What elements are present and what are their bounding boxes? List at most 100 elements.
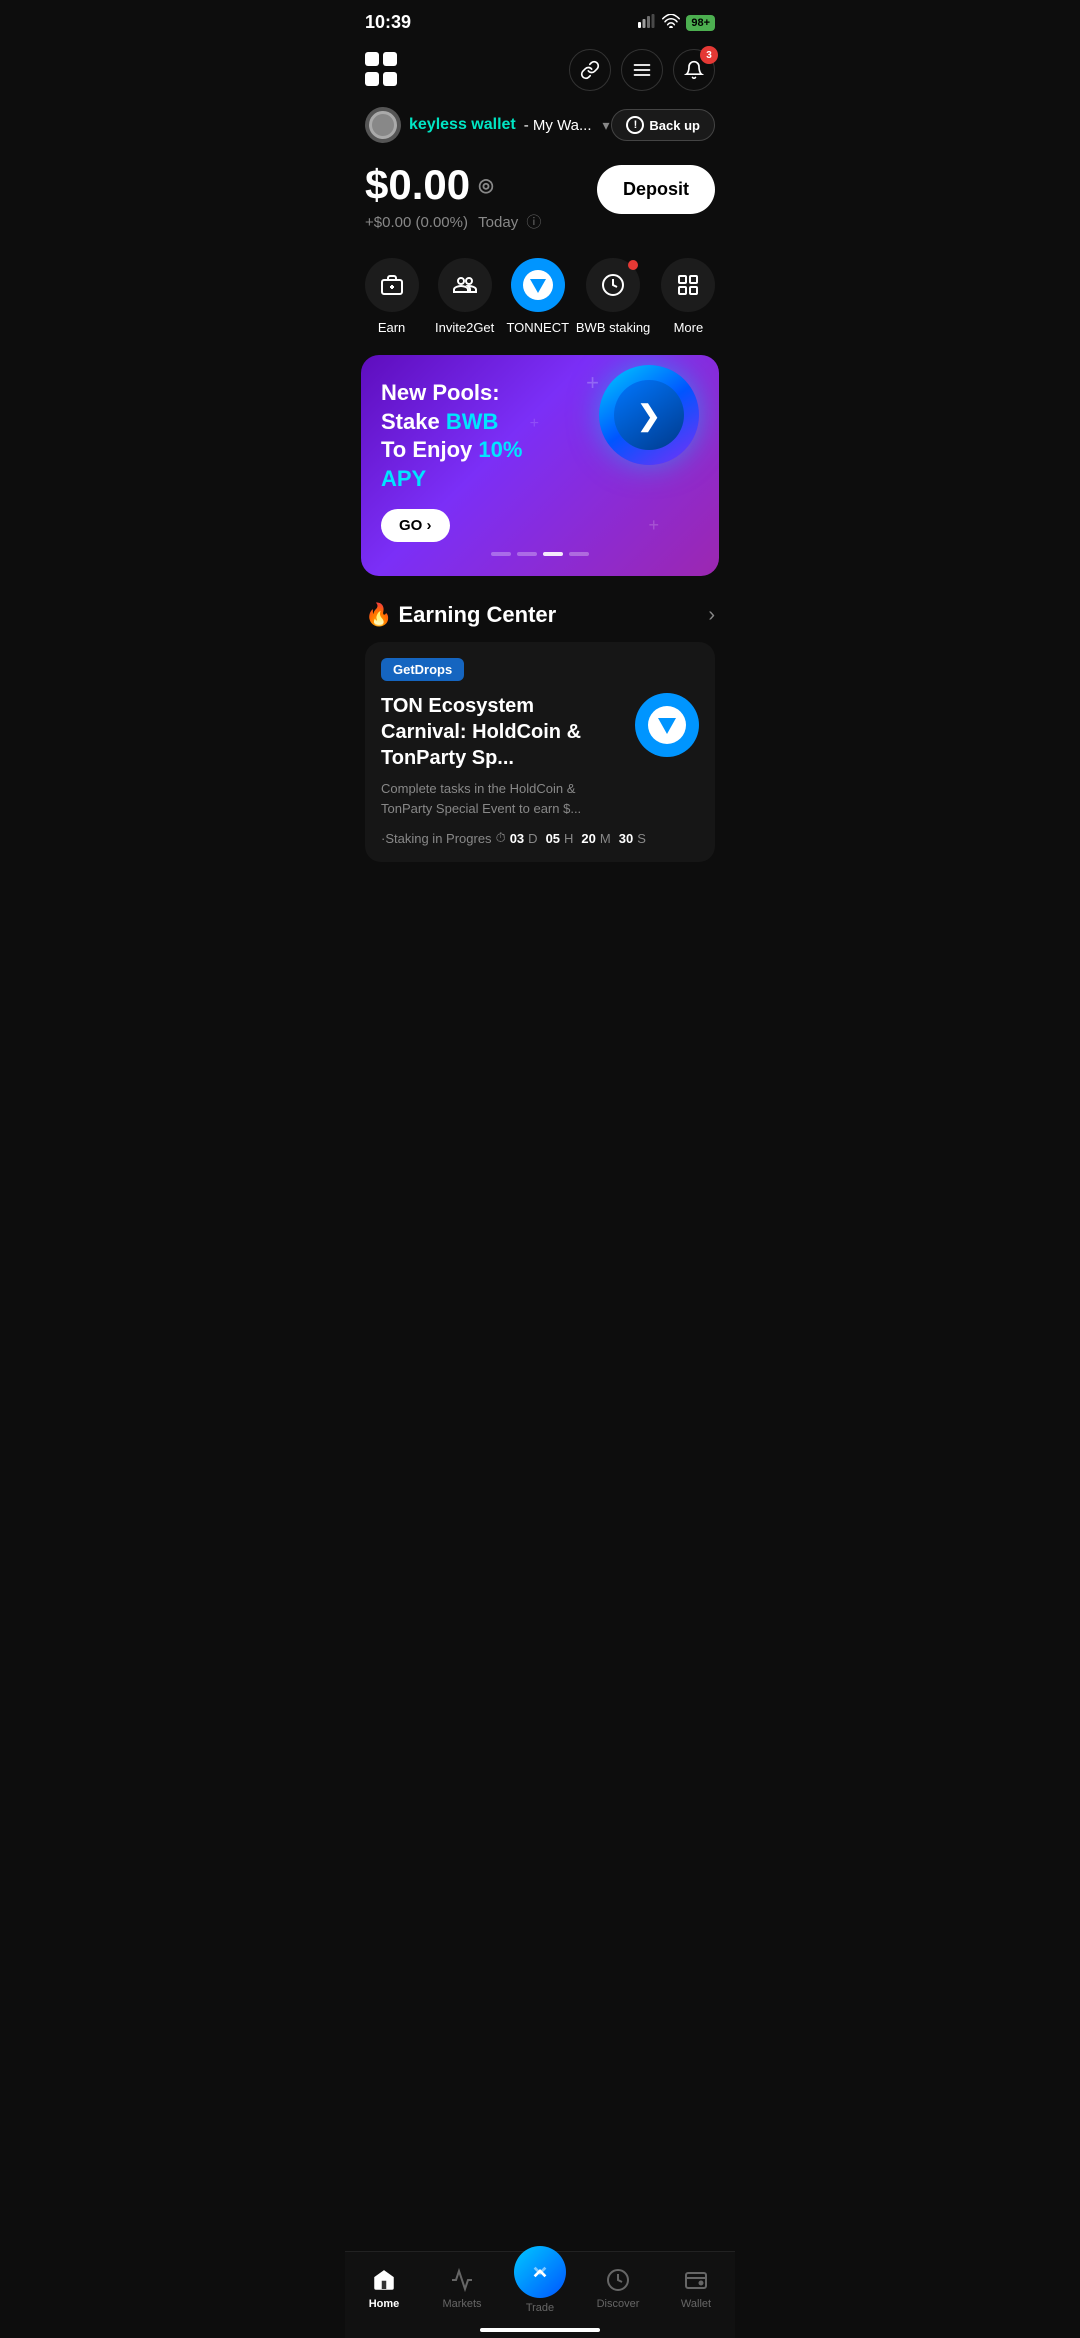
home-icon — [370, 2266, 398, 2294]
chevron-down-icon: ▾ — [603, 117, 610, 134]
banner-title: New Pools: Stake BWB To Enjoy 10% APY — [381, 379, 556, 493]
action-bwb[interactable]: BWB staking — [576, 258, 650, 335]
balance-value: $0.00 — [365, 161, 470, 209]
nav-trade[interactable]: Trade — [510, 2262, 570, 2314]
discover-label: Discover — [597, 2298, 640, 2310]
invite-label: Invite2Get — [435, 320, 494, 335]
menu-button[interactable] — [621, 49, 663, 91]
card-title: TON Ecosystem Carnival: HoldCoin & TonPa… — [381, 693, 623, 771]
notification-button[interactable]: 3 — [673, 49, 715, 91]
action-earn[interactable]: Earn — [357, 258, 427, 335]
deposit-button[interactable]: Deposit — [597, 165, 715, 214]
discover-icon — [604, 2266, 632, 2294]
card-tonnect-triangle — [658, 718, 676, 734]
banner-plus-3: + — [530, 415, 539, 433]
card-description: Complete tasks in the HoldCoin & TonPart… — [381, 779, 623, 818]
timer-label: ·Staking in Progres — [381, 831, 492, 846]
wallet-icon — [682, 2266, 710, 2294]
earn-card[interactable]: GetDrops TON Ecosystem Carnival: HoldCoi… — [365, 642, 715, 862]
status-icons: 98+ — [638, 14, 715, 31]
timer-minutes-label: M — [600, 831, 611, 846]
tonnect-label: TONNECT — [506, 320, 569, 335]
balance-change: +$0.00 (0.00%) Today ⓘ — [365, 211, 541, 232]
timer-seconds-label: S — [637, 831, 646, 846]
signal-icon — [638, 14, 656, 31]
wallet-label: Wallet — [681, 2298, 711, 2310]
link-button[interactable] — [569, 49, 611, 91]
timer-seconds: 30 — [619, 831, 633, 846]
timer-clock-icon: ⏱ — [496, 830, 506, 846]
eye-icon[interactable]: ◎ — [478, 175, 494, 196]
banner-dots — [381, 552, 699, 556]
balance-section: $0.00 ◎ +$0.00 (0.00%) Today ⓘ Deposit — [345, 151, 735, 238]
section-header: 🔥 Earning Center › — [365, 602, 715, 628]
card-timer: ·Staking in Progres ⏱ 03 D 05 H 20 M 30 … — [381, 830, 699, 846]
card-icon-circle — [635, 693, 699, 757]
earn-label: Earn — [378, 320, 405, 335]
wallet-name-teal: keyless wallet — [409, 116, 516, 134]
more-label: More — [674, 320, 704, 335]
promo-banner[interactable]: + + + New Pools: Stake BWB To Enjoy 10% … — [361, 355, 719, 576]
section-arrow[interactable]: › — [708, 604, 715, 627]
timer-minutes: 20 — [581, 831, 595, 846]
bwb-icon-circle — [586, 258, 640, 312]
notification-count: 3 — [700, 46, 718, 64]
bottom-nav: Home Markets Trade Discover — [345, 2251, 735, 2338]
banner-dot-3 — [543, 552, 563, 556]
wifi-icon — [662, 14, 680, 31]
earn-icon-circle — [365, 258, 419, 312]
top-nav: 3 — [345, 41, 735, 103]
action-invite[interactable]: Invite2Get — [430, 258, 500, 335]
app-logo[interactable] — [365, 52, 401, 88]
tonnect-inner-icon — [523, 270, 553, 300]
balance-amount: $0.00 ◎ — [365, 161, 541, 209]
card-tonnect-inner — [648, 706, 686, 744]
backup-icon: ! — [626, 116, 644, 134]
banner-go-button[interactable]: GO › — [381, 509, 450, 542]
nav-discover[interactable]: Discover — [588, 2266, 648, 2310]
nav-home[interactable]: Home — [354, 2266, 414, 2310]
timer-hours-label: H — [564, 831, 573, 846]
backup-button[interactable]: ! Back up — [611, 109, 715, 141]
banner-dot-1 — [491, 552, 511, 556]
banner-dot-4 — [569, 552, 589, 556]
bwb-label: BWB staking — [576, 320, 650, 335]
wallet-name-secondary: - My Wa... — [524, 117, 592, 134]
status-bar: 10:39 98+ — [345, 0, 735, 41]
card-text: TON Ecosystem Carnival: HoldCoin & TonPa… — [381, 693, 623, 818]
nav-wallet[interactable]: Wallet — [666, 2266, 726, 2310]
home-indicator — [480, 2328, 600, 2332]
earning-center-section: 🔥 Earning Center › GetDrops TON Ecosyste… — [345, 592, 735, 862]
banner-coin: ❯ — [599, 365, 709, 475]
timer-days: 03 — [510, 831, 524, 846]
battery-badge: 98+ — [686, 15, 715, 31]
card-badge: GetDrops — [381, 658, 464, 681]
more-icon-circle — [661, 258, 715, 312]
action-more[interactable]: More — [653, 258, 723, 335]
nav-markets[interactable]: Markets — [432, 2266, 492, 2310]
card-content: TON Ecosystem Carnival: HoldCoin & TonPa… — [381, 693, 699, 818]
invite-icon-circle — [438, 258, 492, 312]
wallet-avatar — [365, 107, 401, 143]
red-dot-badge — [628, 260, 638, 270]
banner-coin-arrow: ❯ — [637, 399, 660, 432]
timer-days-label: D — [528, 831, 537, 846]
section-title: 🔥 Earning Center — [365, 602, 556, 628]
markets-label: Markets — [442, 2298, 481, 2310]
trade-label: Trade — [526, 2302, 554, 2314]
action-tonnect[interactable]: TONNECT — [503, 258, 573, 335]
backup-label: Back up — [649, 118, 700, 133]
quick-actions: Earn Invite2Get TONNECT — [345, 238, 735, 339]
status-time: 10:39 — [365, 12, 411, 33]
banner-plus-1: + — [586, 370, 599, 396]
wallet-info[interactable]: keyless wallet - My Wa... ▾ — [365, 107, 610, 143]
banner-plus-2: + — [648, 515, 659, 536]
home-label: Home — [369, 2298, 400, 2310]
nav-right-icons: 3 — [569, 49, 715, 91]
wallet-header: keyless wallet - My Wa... ▾ ! Back up — [345, 103, 735, 151]
tonnect-icon-circle — [511, 258, 565, 312]
timer-hours: 05 — [546, 831, 560, 846]
markets-icon — [448, 2266, 476, 2294]
banner-dot-2 — [517, 552, 537, 556]
trade-button[interactable] — [514, 2246, 566, 2298]
